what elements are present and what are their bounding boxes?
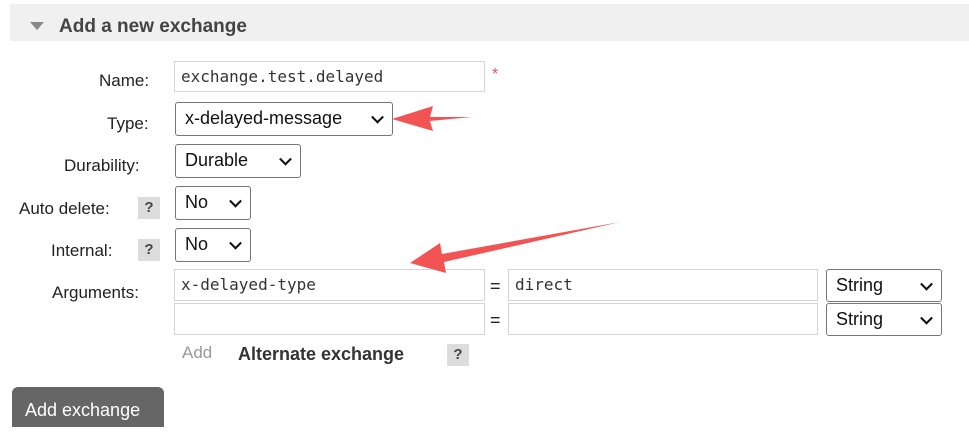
annotation-arrow-arguments [410,222,620,273]
annotation-arrows [392,106,620,273]
annotation-arrow-type [392,106,472,131]
